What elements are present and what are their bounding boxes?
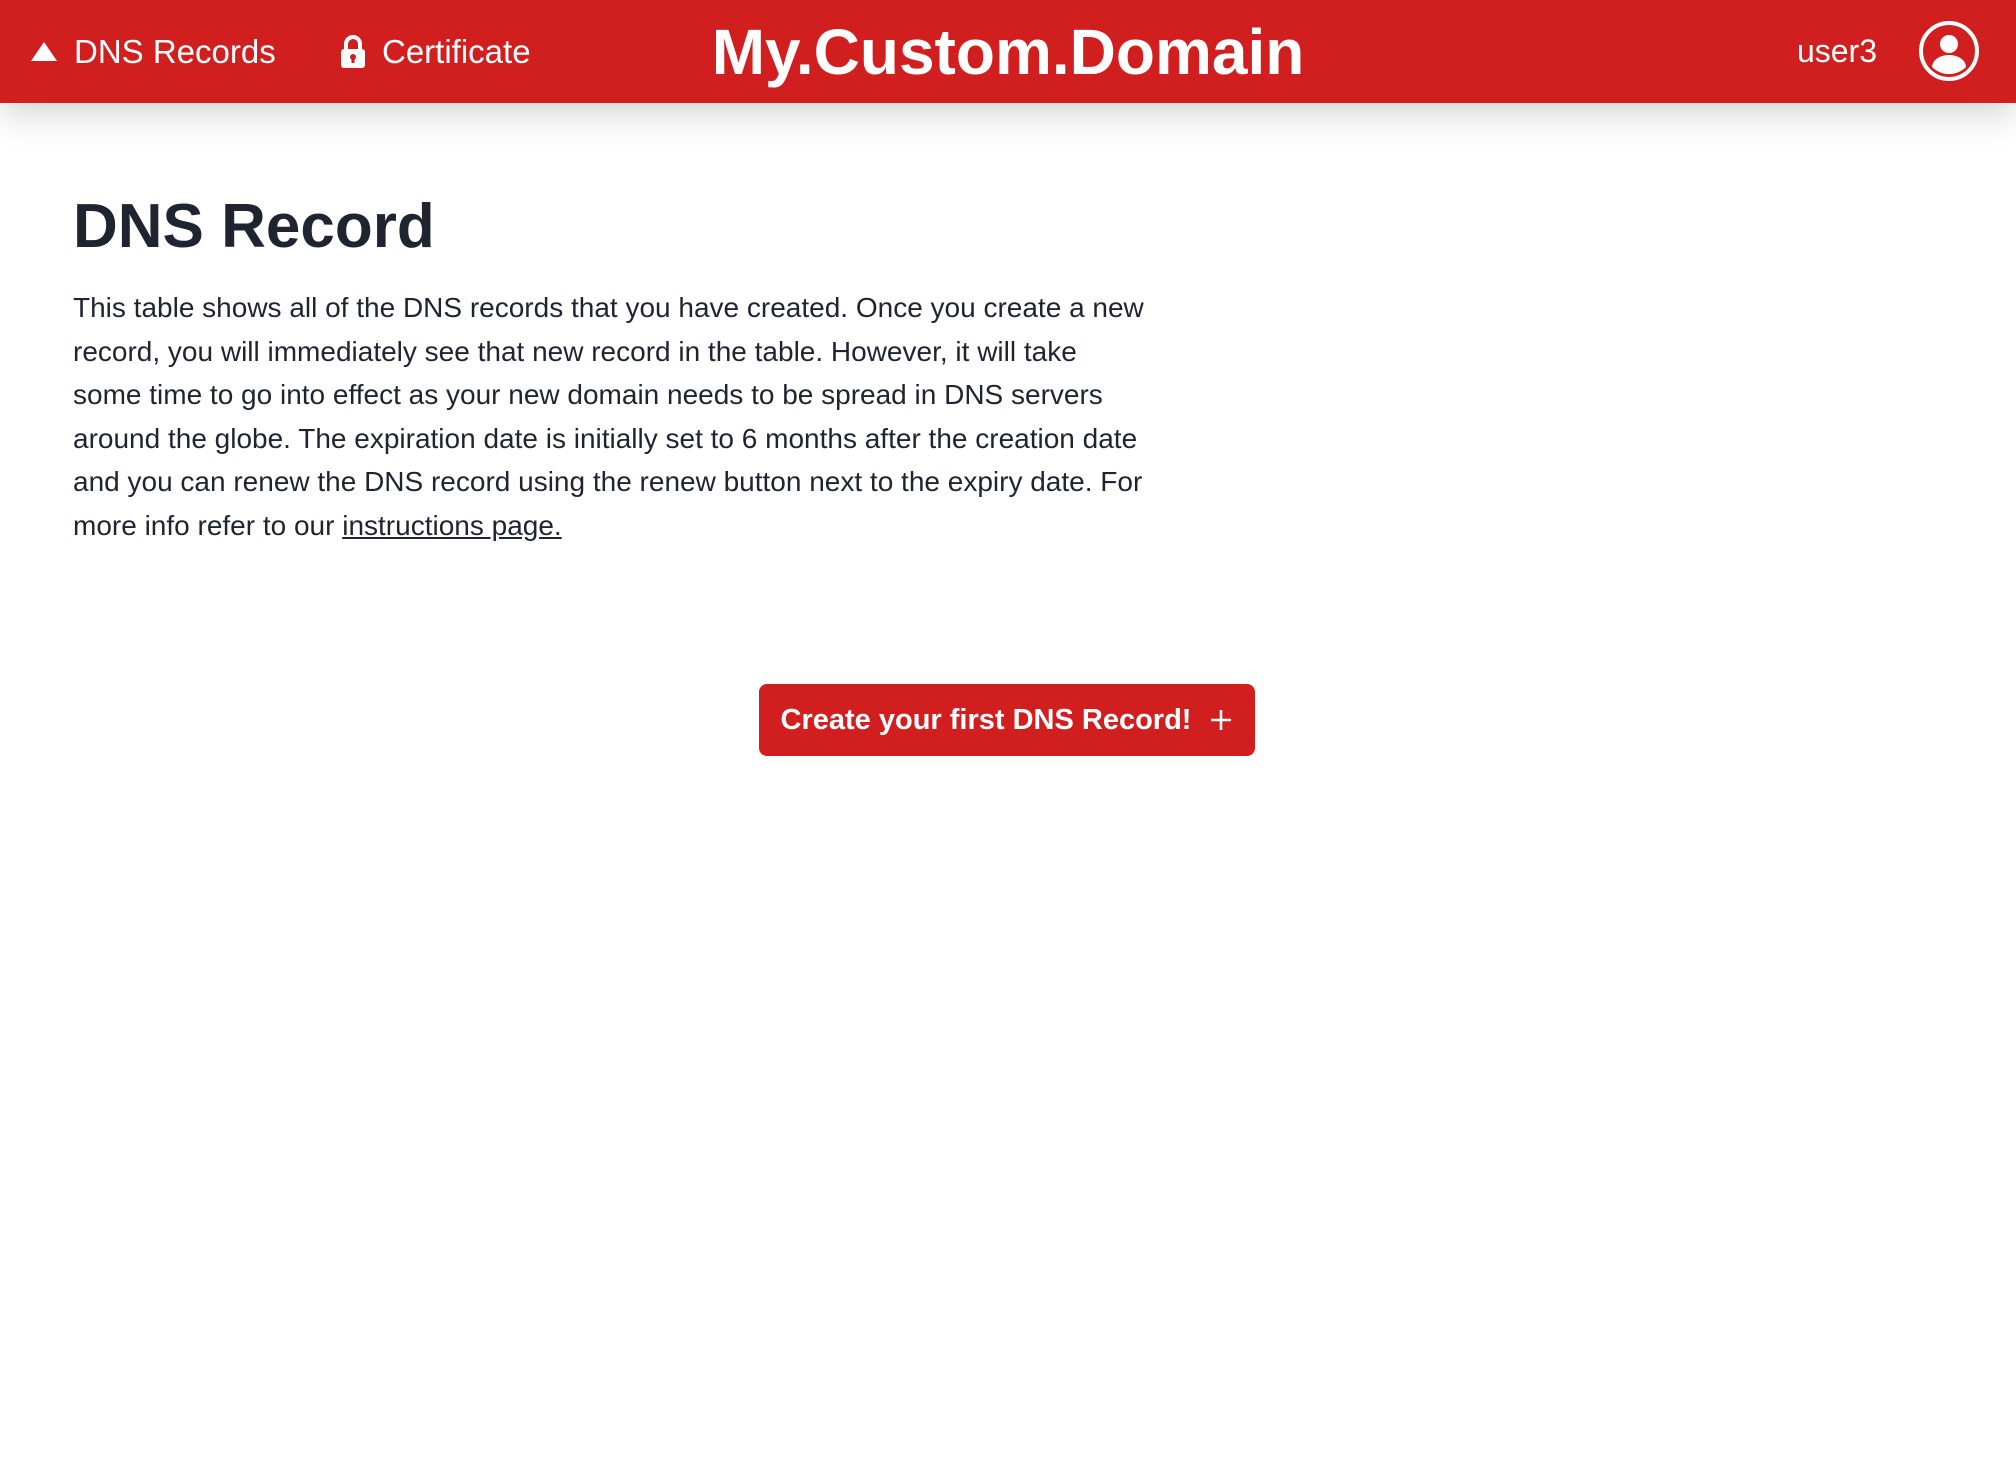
nav-certificate-label: Certificate [382,32,531,70]
triangle-up-icon [30,41,58,63]
create-dns-record-label: Create your first DNS Record! [780,703,1192,736]
lock-icon [340,34,366,69]
main-content: DNS Record This table shows all of the D… [73,190,1153,547]
nav-dns-records-label: DNS Records [74,32,276,70]
create-dns-record-button[interactable]: Create your first DNS Record! [759,684,1255,756]
brand-title[interactable]: My.Custom.Domain [712,15,1305,89]
nav-certificate[interactable]: Certificate [340,0,531,103]
instructions-link[interactable]: instructions page. [342,510,561,541]
description-text: This table shows all of the DNS records … [73,292,1144,541]
page-description: This table shows all of the DNS records … [73,286,1153,547]
top-navbar: DNS Records Certificate My.Custom.Domain… [0,0,2016,103]
brand-title-container: My.Custom.Domain [0,0,2016,103]
nav-dns-records[interactable]: DNS Records [30,0,276,103]
plus-icon [1209,708,1233,732]
page-title: DNS Record [73,192,435,261]
username-label: user3 [1796,33,1877,69]
user-circle-icon[interactable] [1918,20,1980,82]
